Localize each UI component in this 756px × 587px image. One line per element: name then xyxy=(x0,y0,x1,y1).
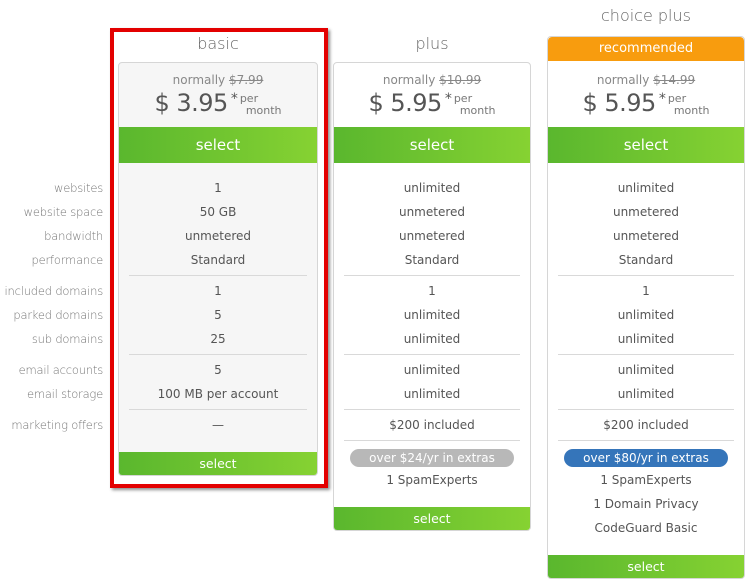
price-row: $ 5.95 * per month xyxy=(548,89,744,117)
extra-item: 1 Domain Privacy xyxy=(593,497,699,511)
plan-choice-plus: choice plus recommended normally $14.99 … xyxy=(547,0,745,587)
value-website-space: unmetered xyxy=(612,205,680,219)
normal-price: normally $14.99 xyxy=(548,73,744,87)
value-marketing-offers: $200 included xyxy=(603,418,689,432)
asterisk: * xyxy=(444,91,452,107)
plan-plus: plus normally $10.99 $ 5.95 * per month … xyxy=(333,0,531,540)
value-included-domains: 1 xyxy=(642,284,650,298)
per-month: per month xyxy=(454,93,496,117)
select-button-bottom[interactable]: select xyxy=(548,555,744,578)
highlight-box xyxy=(110,28,328,488)
extra-item: CodeGuard Basic xyxy=(594,521,698,535)
per-month: per month xyxy=(668,93,710,117)
value-marketing-offers: $200 included xyxy=(389,418,475,432)
price-row: $ 5.95 * per month xyxy=(334,89,530,117)
value-sub-domains: unlimited xyxy=(403,332,461,346)
extra-item: 1 SpamExperts xyxy=(600,473,692,487)
value-bandwidth: unmetered xyxy=(398,229,466,243)
recommended-ribbon: recommended xyxy=(548,37,744,61)
label-email-accounts: email accounts xyxy=(18,363,104,377)
strikethrough-price: $10.99 xyxy=(439,73,482,87)
label-sub-domains: sub domains xyxy=(31,332,103,346)
value-parked-domains: unlimited xyxy=(617,308,675,322)
strikethrough-price: $14.99 xyxy=(653,73,696,87)
price: $ 5.95 xyxy=(582,89,656,117)
value-email-accounts: unlimited xyxy=(617,363,675,377)
separator xyxy=(558,409,734,410)
select-button-bottom[interactable]: select xyxy=(334,507,530,530)
value-performance: Standard xyxy=(618,253,674,267)
label-website-space: website space xyxy=(23,205,104,219)
label-included-domains: included domains xyxy=(4,284,104,298)
value-websites: unlimited xyxy=(403,181,461,195)
value-included-domains: 1 xyxy=(428,284,436,298)
label-parked-domains: parked domains xyxy=(13,308,103,322)
separator xyxy=(558,354,734,355)
separator xyxy=(558,275,734,276)
label-email-storage: email storage xyxy=(26,387,103,401)
separator xyxy=(344,354,520,355)
plan-name: plus xyxy=(415,34,449,53)
extra-item: 1 SpamExperts xyxy=(386,473,478,487)
plan-name: choice plus xyxy=(601,6,691,25)
normally-label: normally xyxy=(382,73,436,87)
extras-badge: over $80/yr in extras xyxy=(564,449,728,467)
plan-card: normally $10.99 $ 5.95 * per month selec… xyxy=(333,62,531,531)
separator xyxy=(344,440,520,441)
value-email-storage: unlimited xyxy=(403,387,461,401)
value-website-space: unmetered xyxy=(398,205,466,219)
label-websites: websites xyxy=(54,181,103,195)
value-sub-domains: unlimited xyxy=(617,332,675,346)
month-label: month xyxy=(673,104,710,117)
separator xyxy=(344,275,520,276)
label-performance: performance xyxy=(31,253,104,267)
value-parked-domains: unlimited xyxy=(403,308,461,322)
asterisk: * xyxy=(658,91,666,107)
label-bandwidth: bandwidth xyxy=(44,229,103,243)
select-button-top[interactable]: select xyxy=(548,127,744,163)
label-marketing-offers: marketing offers xyxy=(11,418,103,432)
extras-badge: over $24/yr in extras xyxy=(350,449,514,467)
value-email-storage: unlimited xyxy=(617,387,675,401)
month-label: month xyxy=(459,104,496,117)
value-websites: unlimited xyxy=(617,181,675,195)
value-bandwidth: unmetered xyxy=(612,229,680,243)
separator xyxy=(344,409,520,410)
value-performance: Standard xyxy=(404,253,460,267)
normally-label: normally xyxy=(596,73,650,87)
plan-card: recommended normally $14.99 $ 5.95 * per… xyxy=(547,36,745,579)
separator xyxy=(558,440,734,441)
price: $ 5.95 xyxy=(368,89,442,117)
normal-price: normally $10.99 xyxy=(334,73,530,87)
select-button-top[interactable]: select xyxy=(334,127,530,163)
value-email-accounts: unlimited xyxy=(403,363,461,377)
